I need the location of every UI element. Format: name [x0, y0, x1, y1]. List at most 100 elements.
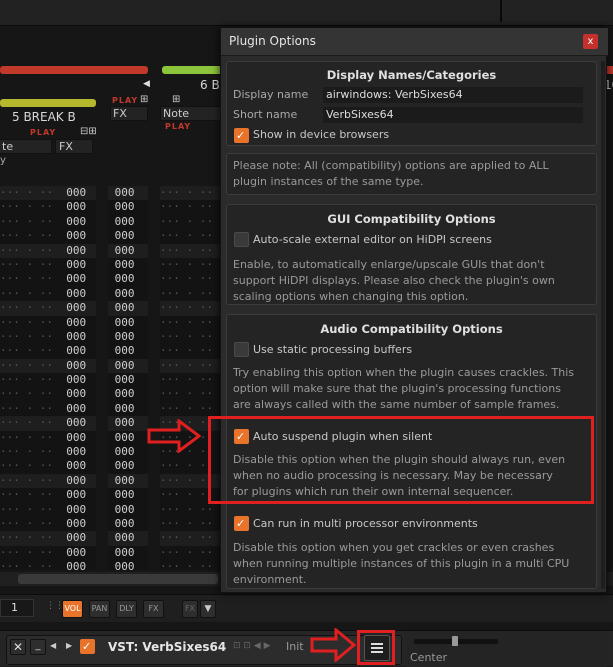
pattern-row[interactable]: 000 — [108, 243, 148, 258]
grid-icon[interactable]: ⋮⋮ — [46, 601, 64, 615]
preset-name[interactable]: Init — [286, 640, 304, 653]
scrollbar-thumb[interactable] — [18, 574, 218, 584]
dialog-scrollbar[interactable] — [601, 61, 605, 589]
pattern-row[interactable]: ··· · ·· 000 — [160, 344, 246, 358]
device-enabled-checkbox[interactable] — [80, 639, 95, 654]
pattern-row[interactable]: ··· · ·· 000 — [160, 358, 246, 374]
pattern-row[interactable]: 000 — [108, 416, 148, 431]
pan-slider-thumb[interactable] — [452, 636, 458, 646]
close-device-icon[interactable]: ✕ — [10, 639, 26, 655]
pattern-row[interactable]: ··· · ·· 000 — [0, 243, 96, 258]
pattern-row[interactable]: 000 — [108, 387, 148, 401]
pattern-row[interactable]: ··· · ·· 000 — [160, 258, 246, 272]
pattern-column-middle[interactable]: 000 000 000 000 000 000 000 000 000 000 … — [108, 186, 148, 573]
pattern-row[interactable]: 000 — [108, 358, 148, 374]
pattern-row[interactable]: ··· · ·· 000 — [0, 488, 96, 502]
pattern-row[interactable]: 000 — [108, 186, 148, 201]
pattern-row[interactable]: 000 — [108, 517, 148, 531]
pattern-column-right[interactable]: ··· · ·· 000··· · ·· 000··· · ·· 000··· … — [160, 186, 246, 573]
pattern-row[interactable]: 000 — [108, 531, 148, 546]
pattern-row[interactable]: ··· · ·· 000 — [0, 531, 96, 546]
pattern-row[interactable]: 000 — [108, 488, 148, 502]
move-left-icon[interactable]: ◀ — [50, 641, 56, 650]
pattern-row[interactable]: 000 — [108, 258, 148, 272]
pattern-row[interactable]: ··· · ·· 000 — [0, 330, 96, 344]
display-name-input[interactable]: airwindows: VerbSixes64 — [323, 87, 583, 103]
pattern-row[interactable]: ··· · ·· 000 — [160, 503, 246, 517]
pattern-row[interactable]: ··· · ·· 000 — [160, 243, 246, 258]
pattern-row[interactable]: 000 — [108, 215, 148, 229]
pattern-row[interactable]: ··· · ·· 000 — [0, 316, 96, 330]
pattern-row[interactable]: 000 — [108, 473, 148, 489]
track-6-left-arrow-icon[interactable]: ◀ — [143, 79, 150, 89]
pattern-row[interactable]: ··· · ·· 000 — [0, 358, 96, 374]
track-5-play-label[interactable]: PLAY — [30, 128, 56, 137]
pattern-row[interactable]: ··· · ·· 000 — [0, 431, 96, 445]
chevron-down-icon[interactable]: ▼ — [200, 600, 216, 618]
autoscale-checkbox[interactable] — [234, 232, 249, 247]
multi-processor-checkbox[interactable] — [234, 516, 249, 531]
pattern-row[interactable]: 000 — [108, 402, 148, 416]
pattern-row[interactable]: ··· · ·· 000 — [160, 301, 246, 316]
pattern-row[interactable]: 000 — [108, 431, 148, 445]
pattern-row[interactable]: ··· · ·· 000 — [160, 546, 246, 560]
pattern-row[interactable]: ··· · ·· 000 — [160, 186, 246, 201]
pattern-row[interactable]: ··· · ·· 000 — [0, 344, 96, 358]
pattern-row[interactable]: ··· · ·· 000 — [0, 459, 96, 473]
pattern-row[interactable]: ··· · ·· 000 — [0, 229, 96, 243]
pattern-row[interactable]: 000 — [108, 503, 148, 517]
pattern-row[interactable]: 000 — [108, 272, 148, 286]
pattern-row[interactable]: 000 — [108, 330, 148, 344]
pattern-row[interactable]: ··· · ·· 000 — [160, 215, 246, 229]
pattern-row[interactable]: ··· · ·· 000 — [0, 186, 96, 201]
track-6-note-column-header[interactable]: Note — [160, 106, 222, 121]
pattern-row[interactable]: ··· · ·· 000 — [160, 200, 246, 214]
pattern-row[interactable]: 000 — [108, 546, 148, 560]
value-field[interactable]: 1 — [0, 599, 34, 617]
pattern-row[interactable]: 000 — [108, 229, 148, 243]
track-5-remove-icon[interactable]: ⊟⊞ — [80, 126, 97, 137]
pattern-row[interactable]: ··· · ·· 000 — [0, 503, 96, 517]
track-5-fx-column-header[interactable]: FX — [55, 139, 93, 154]
pattern-row[interactable]: ··· · ·· 000 — [160, 316, 246, 330]
pattern-row[interactable]: ··· · ·· 000 — [0, 387, 96, 401]
pan-slider[interactable] — [414, 636, 498, 646]
short-name-input[interactable]: VerbSixes64 — [323, 107, 583, 123]
minimize-icon[interactable]: _ — [30, 639, 46, 655]
track-6-add-icon[interactable]: ⊞ — [172, 94, 180, 105]
pattern-row[interactable]: ··· · ·· 000 — [160, 517, 246, 531]
pattern-row[interactable]: ··· · ·· 000 — [160, 229, 246, 243]
pattern-row[interactable]: ··· · ·· 000 — [0, 272, 96, 286]
pattern-row[interactable]: ··· · ·· 000 — [0, 546, 96, 560]
pattern-row[interactable]: 000 — [108, 445, 148, 459]
pattern-row[interactable]: ··· · ·· 000 — [160, 287, 246, 301]
pattern-column-left[interactable]: ··· · ·· 000 ··· · ·· 000 ··· · ·· 000 ··· … — [0, 186, 96, 573]
pattern-row[interactable]: ··· · ·· 000 — [0, 517, 96, 531]
dialog-titlebar[interactable]: Plugin Options x — [221, 28, 608, 56]
pattern-row[interactable]: ··· · ·· 000 — [160, 330, 246, 344]
preset-nav-icons[interactable]: ⊡ ⊡ ◀ ▶ — [233, 641, 271, 651]
track-5-add-icon[interactable]: ⊞ — [140, 94, 148, 105]
show-in-browsers-checkbox[interactable] — [234, 128, 249, 143]
pattern-row[interactable]: 000 — [108, 287, 148, 301]
pattern-row[interactable]: ··· · ·· 000 — [0, 402, 96, 416]
pattern-row[interactable]: ··· · ·· 000 — [0, 301, 96, 316]
pattern-row[interactable]: ··· · ·· 000 — [0, 445, 96, 459]
track-5-play-label-2[interactable]: PLAY — [112, 96, 138, 105]
pattern-row[interactable]: ··· · ·· 000 — [160, 402, 246, 416]
pattern-row[interactable]: 000 — [108, 459, 148, 473]
dly-button[interactable]: DLY — [116, 600, 137, 618]
track-5-fx-column-header-2[interactable]: FX — [110, 106, 148, 121]
pattern-row[interactable]: ··· · ·· 000 — [160, 387, 246, 401]
pattern-row[interactable]: ··· · ·· 000 — [0, 373, 96, 387]
pattern-row[interactable]: ··· · ·· 000 — [0, 200, 96, 214]
pattern-row[interactable]: ··· · ·· 000 — [160, 531, 246, 546]
pattern-row[interactable]: 000 — [108, 373, 148, 387]
pattern-row[interactable]: ··· · ·· 000 — [0, 416, 96, 431]
pattern-row[interactable]: ··· · ·· 000 — [0, 258, 96, 272]
autoscale-label[interactable]: Auto-scale external editor on HiDPI scre… — [253, 233, 492, 246]
track-5-name[interactable]: 5 BREAK B — [12, 110, 76, 124]
move-right-icon[interactable]: ▶ — [66, 641, 72, 650]
close-icon[interactable]: x — [583, 34, 598, 49]
track-6-play-label[interactable]: PLAY — [165, 122, 191, 131]
